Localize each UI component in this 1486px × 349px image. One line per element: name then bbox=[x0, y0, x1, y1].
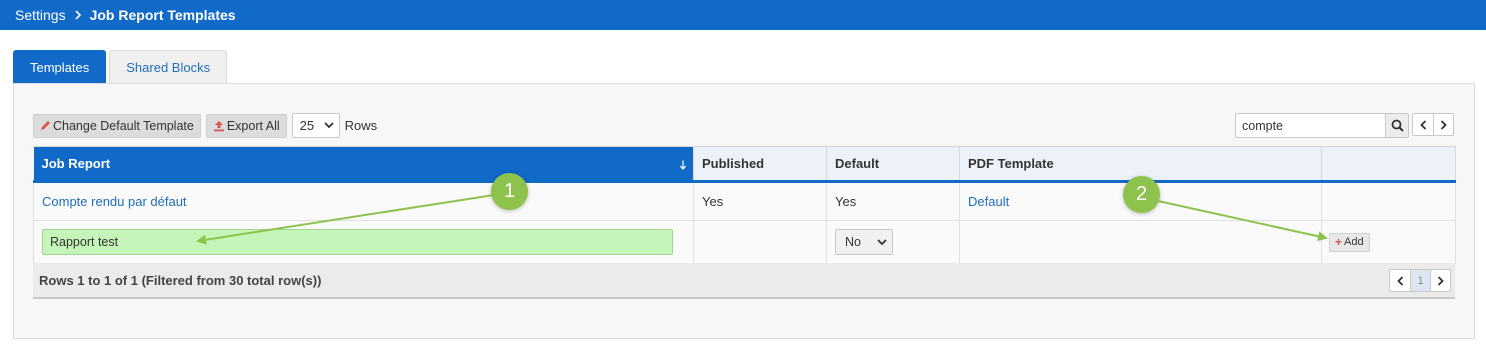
new-default-cell: No bbox=[826, 220, 960, 264]
new-template-name-input[interactable]: Rapport test bbox=[42, 229, 673, 255]
chevron-right-icon bbox=[1440, 119, 1447, 130]
add-button[interactable]: + Add bbox=[1329, 232, 1370, 252]
prev-page-button[interactable] bbox=[1412, 113, 1433, 136]
toolbar: Change Default Template Export All 25 Ro… bbox=[33, 113, 377, 138]
job-report-cell: Compte rendu par défaut bbox=[33, 181, 694, 221]
top-bar: Settings Job Report Templates bbox=[0, 0, 1486, 30]
tab-bar: Templates Shared Blocks bbox=[13, 50, 230, 84]
breadcrumb-settings[interactable]: Settings bbox=[15, 7, 66, 23]
bottom-pager: 1 bbox=[1389, 269, 1451, 292]
new-published-cell bbox=[693, 220, 827, 264]
next-page-button[interactable] bbox=[1433, 113, 1454, 136]
chevron-left-icon bbox=[1419, 119, 1426, 130]
current-page-indicator[interactable]: 1 bbox=[1410, 269, 1430, 292]
column-header-job-report-label: Job Report bbox=[41, 156, 111, 171]
pencil-icon bbox=[41, 121, 50, 130]
published-cell: Yes bbox=[693, 181, 827, 221]
rows-per-page-select[interactable]: 25 bbox=[291, 113, 340, 138]
column-header-published[interactable]: Published bbox=[693, 146, 827, 183]
plus-icon: + bbox=[1335, 235, 1343, 249]
pdf-template-link[interactable]: Default bbox=[968, 194, 1009, 209]
export-all-label: Export All bbox=[226, 118, 280, 133]
search-input[interactable] bbox=[1235, 113, 1385, 138]
default-select[interactable]: No bbox=[835, 229, 893, 255]
default-cell: Yes bbox=[826, 181, 960, 221]
new-name-cell: Rapport test bbox=[33, 220, 694, 264]
chevron-down-icon bbox=[877, 238, 887, 245]
column-header-default[interactable]: Default bbox=[826, 146, 960, 183]
change-default-template-label: Change Default Template bbox=[53, 118, 194, 133]
rows-label: Rows bbox=[344, 118, 378, 133]
callout-badge-2: 2 bbox=[1123, 176, 1160, 213]
upload-icon bbox=[213, 120, 224, 131]
search-icon bbox=[1391, 119, 1404, 132]
chevron-right-icon bbox=[1437, 275, 1444, 286]
table-header-row: Job Report Published Default PDF Templat… bbox=[33, 146, 1456, 183]
default-select-value: No bbox=[845, 235, 861, 249]
change-default-template-button[interactable]: Change Default Template bbox=[33, 113, 201, 138]
top-pager bbox=[1412, 113, 1454, 136]
rows-summary: Rows 1 to 1 of 1 (Filtered from 30 total… bbox=[39, 272, 322, 288]
new-actions-cell: + Add bbox=[1321, 220, 1456, 264]
chevron-down-icon bbox=[324, 122, 334, 129]
column-header-job-report[interactable]: Job Report bbox=[33, 146, 694, 183]
new-row: Rapport test No + Add bbox=[33, 220, 1456, 264]
breadcrumb-current: Job Report Templates bbox=[89, 7, 236, 23]
column-header-actions bbox=[1321, 146, 1456, 183]
next-page-button-bottom[interactable] bbox=[1430, 269, 1451, 292]
templates-table: Job Report Published Default PDF Templat… bbox=[33, 146, 1456, 264]
tab-shared-blocks[interactable]: Shared Blocks bbox=[109, 50, 228, 84]
search-button[interactable] bbox=[1385, 113, 1409, 138]
templates-panel: Change Default Template Export All 25 Ro… bbox=[13, 83, 1475, 339]
tab-templates[interactable]: Templates bbox=[13, 50, 107, 84]
chevron-left-icon bbox=[1396, 275, 1403, 286]
sort-down-icon bbox=[679, 158, 687, 173]
table-row: Compte rendu par défaut Yes Yes Default bbox=[33, 181, 1456, 221]
job-report-link[interactable]: Compte rendu par défaut bbox=[42, 194, 187, 209]
export-all-button[interactable]: Export All bbox=[205, 113, 287, 138]
chevron-right-icon bbox=[74, 10, 82, 20]
actions-cell bbox=[1321, 181, 1456, 221]
callout-badge-1: 1 bbox=[491, 173, 528, 210]
rows-per-page-value: 25 bbox=[299, 118, 315, 133]
search-box bbox=[1235, 113, 1409, 138]
add-button-label: Add bbox=[1344, 236, 1364, 248]
prev-page-button-bottom[interactable] bbox=[1389, 269, 1410, 292]
table-footer: Rows 1 to 1 of 1 (Filtered from 30 total… bbox=[33, 263, 1455, 299]
new-pdf-template-cell bbox=[959, 220, 1322, 264]
